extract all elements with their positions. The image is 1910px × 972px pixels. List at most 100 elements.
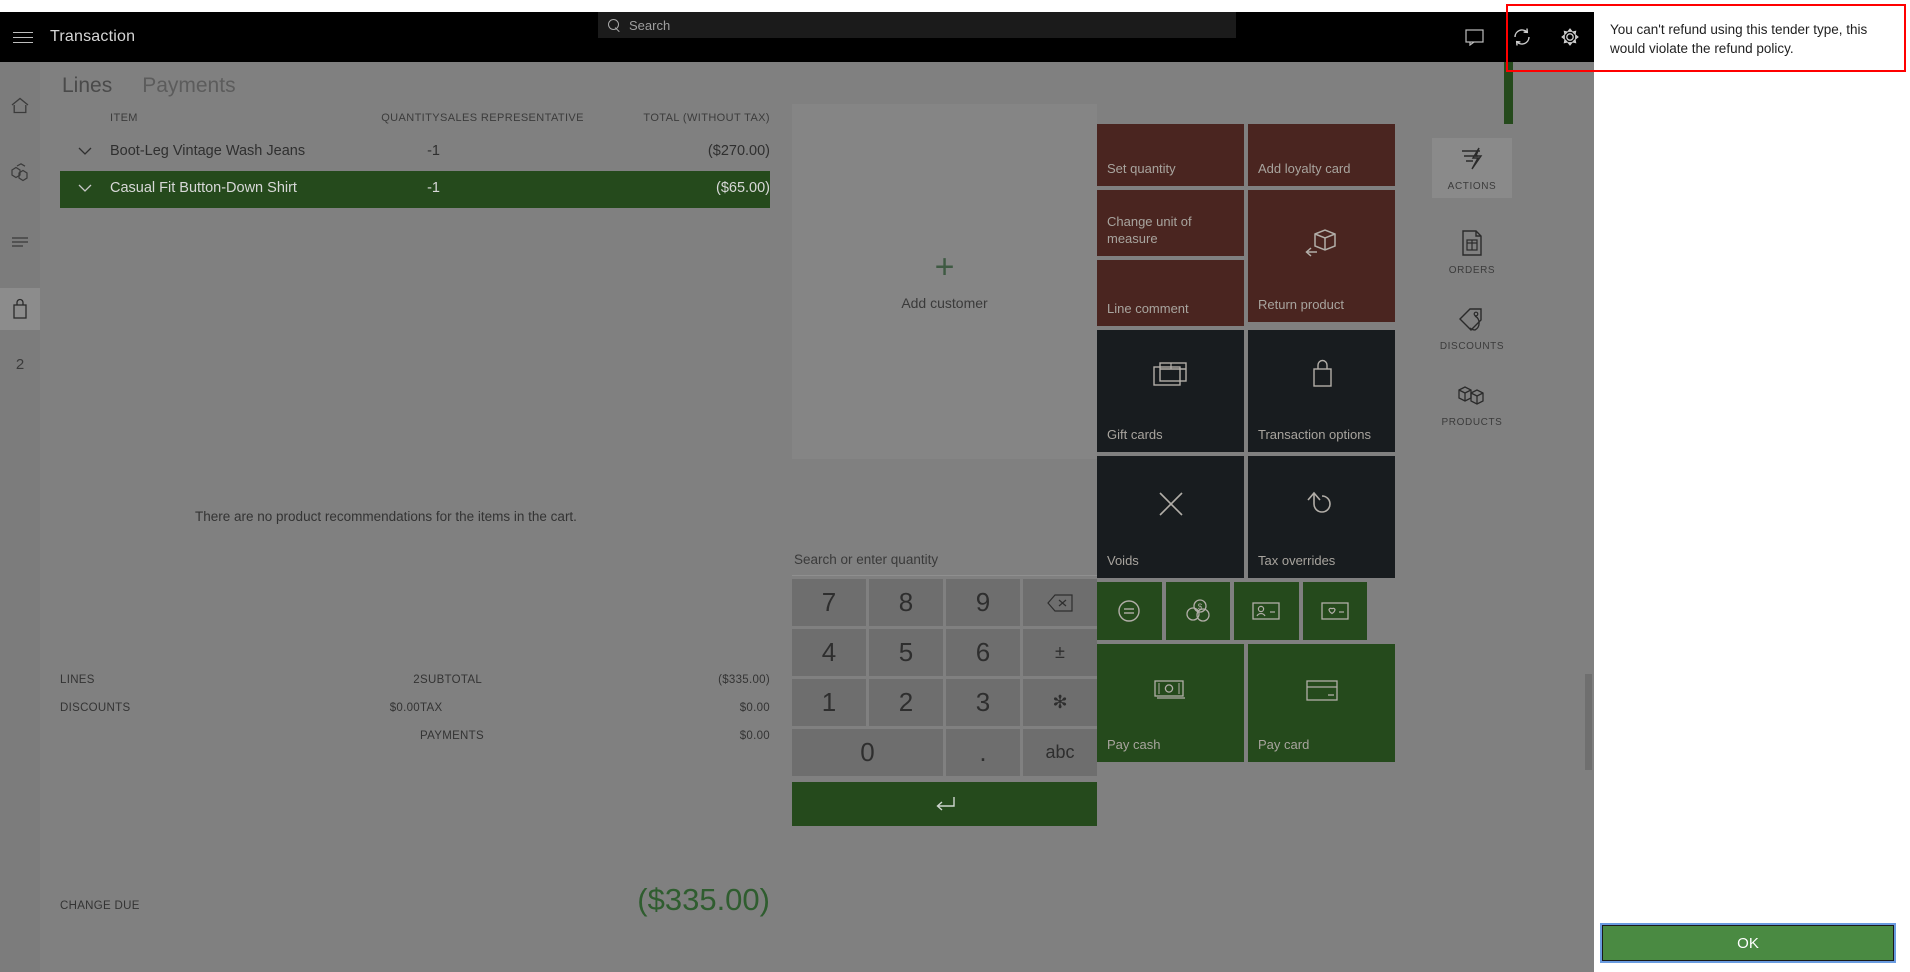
- customer-card-icon[interactable]: [1234, 582, 1299, 640]
- orders-label: ORDERS: [1448, 265, 1496, 276]
- chevron-down-icon[interactable]: [60, 179, 110, 193]
- line-item-quantity: -1: [427, 143, 440, 159]
- voids-button[interactable]: Voids: [1097, 456, 1244, 578]
- discount-tag-icon: [1459, 308, 1482, 331]
- add-loyalty-card-button[interactable]: Add loyalty card: [1248, 124, 1395, 186]
- top-white-strip: [0, 0, 1594, 12]
- key-4[interactable]: 4: [792, 629, 866, 676]
- ok-button[interactable]: OK: [1600, 923, 1896, 963]
- quantity-search-input[interactable]: Search or enter quantity: [792, 552, 1097, 575]
- key-3[interactable]: 3: [946, 679, 1020, 726]
- products-boxes-icon: [1458, 386, 1484, 405]
- subtotal-label: SUBTOTAL: [420, 674, 483, 686]
- pay-card-label: Pay card: [1258, 737, 1310, 752]
- return-product-button[interactable]: Return product: [1248, 190, 1395, 322]
- right-navigation-rail: ACTIONS ORDERS DISCOUNTS PRODUCTS: [1432, 124, 1512, 524]
- key-7[interactable]: 7: [792, 579, 866, 626]
- change-due-value: ($335.00): [637, 882, 770, 917]
- add-customer-button[interactable]: + Add customer: [792, 104, 1097, 459]
- enter-icon[interactable]: [792, 782, 1097, 826]
- lines-label: LINES: [60, 674, 95, 686]
- products-label: PRODUCTS: [1441, 417, 1503, 428]
- sidebar-item-products[interactable]: [0, 152, 40, 194]
- change-due-row: CHANGE DUE ($335.00): [60, 882, 770, 918]
- table-row[interactable]: Casual Fit Button-Down Shirt -1 ($65.00): [60, 171, 770, 208]
- key-5[interactable]: 5: [869, 629, 943, 676]
- currency-coins-icon[interactable]: $: [1165, 582, 1230, 640]
- set-quantity-button[interactable]: Set quantity: [1097, 124, 1244, 186]
- transaction-lines-table: ITEM QUANTITY SALES REPRESENTATIVE TOTAL…: [60, 104, 770, 494]
- return-product-label: Return product: [1258, 297, 1344, 312]
- line-item-total: ($65.00): [715, 180, 770, 196]
- change-due-label: CHANGE DUE: [60, 900, 140, 912]
- backspace-icon[interactable]: [1023, 579, 1097, 626]
- transaction-options-label: Transaction options: [1258, 427, 1371, 442]
- pay-cash-button[interactable]: Pay cash: [1097, 644, 1244, 762]
- key-abc[interactable]: abc: [1023, 729, 1097, 776]
- screen-root: Transaction Search 2 Lines Payments ITEM…: [0, 0, 1910, 972]
- key-1[interactable]: 1: [792, 679, 866, 726]
- equals-circle-icon[interactable]: [1097, 582, 1162, 640]
- key-8[interactable]: 8: [869, 579, 943, 626]
- tax-label: TAX: [420, 702, 443, 714]
- numeric-keypad: 7 8 9 4 5 6 ± 1 2 3 ✻ 0 . abc: [792, 579, 1097, 826]
- tab-payments[interactable]: Payments: [140, 70, 237, 102]
- comment-icon[interactable]: [1450, 12, 1498, 62]
- numpad-panel: Search or enter quantity 7 8 9 4 5 6 ± 1…: [792, 552, 1097, 826]
- hamburger-menu-icon[interactable]: [0, 12, 46, 62]
- key-6[interactable]: 6: [946, 629, 1020, 676]
- svg-text:$: $: [1198, 603, 1203, 612]
- column-header-quantity: QUANTITY: [381, 112, 440, 124]
- key-plus-minus[interactable]: ±: [1023, 629, 1097, 676]
- sidebar-item-cart[interactable]: [0, 288, 40, 330]
- gift-cards-button[interactable]: Gift cards: [1097, 330, 1244, 452]
- gear-icon[interactable]: [1546, 12, 1594, 62]
- discounts-label: DISCOUNTS: [1439, 341, 1505, 352]
- plus-icon: +: [934, 247, 955, 286]
- cart-badge-count: 2: [15, 356, 25, 373]
- sidebar-item-products[interactable]: PRODUCTS: [1432, 382, 1512, 428]
- tile-row-2: Change unit of measure Line comment Retu…: [1097, 190, 1395, 326]
- products-icon: [11, 163, 28, 182]
- tile-row-1: Set quantity Add loyalty card: [1097, 124, 1395, 186]
- line-item-total: ($270.00): [707, 143, 770, 159]
- transaction-options-button[interactable]: Transaction options: [1248, 330, 1395, 452]
- sidebar-item-home[interactable]: [0, 84, 40, 126]
- add-customer-label: Add customer: [901, 294, 988, 311]
- key-9[interactable]: 9: [946, 579, 1020, 626]
- key-0[interactable]: 0: [792, 729, 943, 776]
- tile-row-4: Voids Tax overrides: [1097, 456, 1395, 578]
- actions-label: ACTIONS: [1447, 181, 1497, 192]
- sidebar-item-orders[interactable]: ORDERS: [1432, 228, 1512, 276]
- header-icon-group: [1450, 12, 1594, 62]
- cart-icon: [13, 298, 27, 319]
- refresh-icon[interactable]: [1498, 12, 1546, 62]
- loyalty-card-icon[interactable]: [1302, 582, 1367, 640]
- sidebar-item-actions[interactable]: ACTIONS: [1432, 138, 1512, 198]
- tax-value: $0.00: [739, 702, 770, 714]
- tax-overrides-button[interactable]: Tax overrides: [1248, 456, 1395, 578]
- totals-grid: LINES 2 SUBTOTAL ($335.00) DISCOUNTS $0.…: [60, 674, 770, 742]
- totals-panel: LINES 2 SUBTOTAL ($335.00) DISCOUNTS $0.…: [60, 674, 770, 924]
- active-tab-marker: [1504, 62, 1513, 124]
- main-content: Lines Payments ITEM QUANTITY SALES REPRE…: [40, 62, 1594, 972]
- sidebar-item-list[interactable]: [0, 220, 40, 262]
- payment-mini-buttons: $: [1097, 582, 1395, 640]
- line-item-name: Boot-Leg Vintage Wash Jeans: [110, 143, 306, 159]
- scrollbar[interactable]: [1585, 674, 1592, 770]
- pay-card-button[interactable]: Pay card: [1248, 644, 1395, 762]
- key-asterisk[interactable]: ✻: [1023, 679, 1097, 726]
- dialog-pane: [1594, 0, 1910, 972]
- orders-document-icon: [1462, 230, 1482, 256]
- key-decimal[interactable]: .: [946, 729, 1020, 776]
- key-2[interactable]: 2: [869, 679, 943, 726]
- table-row[interactable]: Boot-Leg Vintage Wash Jeans -1 ($270.00): [60, 134, 770, 171]
- column-header-item: ITEM: [110, 112, 138, 124]
- sidebar-item-discounts[interactable]: DISCOUNTS: [1432, 306, 1512, 352]
- search-input[interactable]: Search: [598, 12, 1236, 38]
- chevron-down-icon[interactable]: [60, 142, 110, 156]
- tab-lines[interactable]: Lines: [60, 70, 114, 102]
- line-comment-button[interactable]: Line comment: [1097, 260, 1244, 326]
- actions-lightning-icon: [1462, 147, 1483, 170]
- change-unit-of-measure-button[interactable]: Change unit of measure: [1097, 190, 1244, 256]
